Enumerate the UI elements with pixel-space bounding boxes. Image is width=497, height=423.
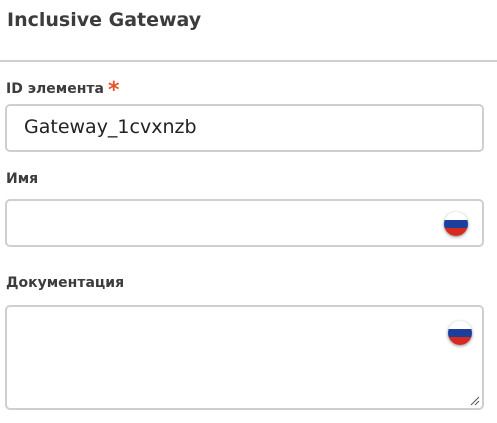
id-input-value: Gateway_1cvxnzb bbox=[24, 116, 197, 138]
name-field-label: Имя bbox=[6, 171, 39, 187]
resize-grip-icon[interactable] bbox=[470, 396, 480, 406]
properties-panel: Inclusive Gateway ID элемента * Gateway_1… bbox=[0, 0, 497, 423]
documentation-textarea[interactable] bbox=[5, 305, 484, 410]
required-mark: * bbox=[107, 78, 120, 103]
id-input[interactable]: Gateway_1cvxnzb bbox=[5, 104, 484, 152]
russian-flag-icon[interactable] bbox=[444, 212, 468, 236]
id-label-text: ID элемента bbox=[6, 81, 104, 97]
russian-flag-icon[interactable] bbox=[448, 321, 472, 345]
panel-header: Inclusive Gateway bbox=[0, 0, 497, 62]
id-field-label: ID элемента * bbox=[6, 74, 119, 103]
documentation-field-label: Документация bbox=[6, 275, 125, 291]
name-input[interactable] bbox=[5, 199, 484, 247]
panel-title: Inclusive Gateway bbox=[7, 9, 202, 31]
